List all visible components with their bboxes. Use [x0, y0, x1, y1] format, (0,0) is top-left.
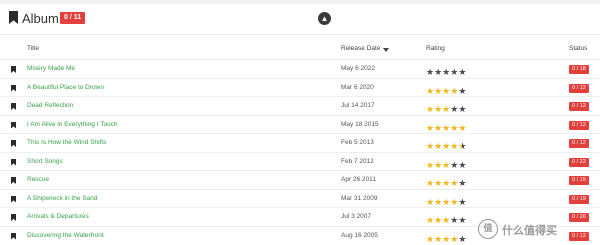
column-header-status[interactable]: Status [569, 45, 587, 52]
album-title-link[interactable]: This Is How the Wind Shifts [27, 139, 106, 146]
status-badge: 0 / 12 [569, 139, 589, 148]
album-title-link[interactable]: A Shipwreck in the Sand [27, 195, 97, 202]
album-title-link[interactable]: I Am Alive in Everything I Touch [27, 121, 118, 128]
header-divider [0, 34, 600, 35]
bookmark-icon[interactable] [11, 232, 16, 240]
count-badge: 0 / 11 [60, 12, 86, 24]
star-rating[interactable]: ★★★★★ [426, 173, 466, 188]
album-title-link[interactable]: Discovering the Waterfront [27, 232, 104, 239]
status-badge: 0 / 22 [569, 157, 589, 167]
bookmark-icon[interactable] [11, 177, 16, 184]
star-rating[interactable]: ★★★★★ [426, 192, 466, 207]
album-header: Album 0 / 11 ▲ [0, 4, 600, 34]
album-title-link[interactable]: Arrivals & Departures [27, 213, 89, 220]
star-rating[interactable]: ★★★★★ [426, 81, 466, 96]
status-badge: 0 / 12 [569, 231, 589, 241]
bookmark-icon[interactable] [11, 214, 16, 221]
bookmark-icon[interactable] [11, 140, 16, 147]
table-row[interactable]: I Am Alive in Everything I Touch May 18 2… [0, 114, 600, 134]
table-row[interactable]: Dead Reflection Jul 14 2017 ★★★★★ 0 / 12 [0, 96, 600, 115]
star-rating[interactable]: ★★★★★ [426, 229, 466, 245]
status-badge: 0 / 12 [569, 102, 589, 111]
bookmark-icon [9, 11, 18, 24]
column-header-rating[interactable]: Rating [426, 45, 445, 52]
column-header-release-date[interactable]: Release Date [341, 45, 380, 52]
column-header-title[interactable]: Title [27, 45, 39, 52]
star-rating[interactable]: ★★★★★ [426, 118, 466, 133]
star-rating[interactable]: ★★★★★ [426, 155, 466, 170]
bookmark-icon[interactable] [11, 66, 16, 73]
album-title-link[interactable]: Short Songs [27, 158, 63, 165]
star-rating[interactable]: ★★★★★ [426, 62, 466, 77]
release-date: Feb 5 2013 [341, 139, 374, 146]
album-title-link[interactable]: A Beautiful Place to Drown [27, 84, 104, 91]
bookmark-icon[interactable] [11, 84, 16, 92]
status-badge: 0 / 18 [569, 65, 589, 74]
sort-desc-icon[interactable] [383, 48, 389, 52]
release-date: Aug 16 2005 [341, 231, 378, 239]
album-title-link[interactable]: Rescue [27, 176, 49, 183]
star-icon[interactable]: ★ [450, 232, 458, 245]
table-row[interactable]: A Beautiful Place to Drown Mar 6 2020 ★★★★… [0, 77, 600, 97]
status-badge: 0 / 19 [569, 194, 589, 204]
table-header: Title Release Date Rating Status [0, 40, 600, 58]
release-date: Mar 31 2009 [341, 194, 378, 202]
status-badge: 0 / 19 [569, 176, 589, 185]
bookmark-icon[interactable] [11, 195, 16, 203]
table-row[interactable]: Misery Made Me May 6 2022 ★★★★★ 0 / 18 [0, 59, 600, 78]
album-title-link[interactable]: Misery Made Me [27, 65, 75, 72]
watermark-logo: 值 [478, 219, 498, 239]
status-badge: 0 / 26 [569, 213, 589, 222]
star-rating[interactable]: ★★★★★ [426, 210, 466, 225]
star-icon[interactable]: ★ [426, 232, 434, 245]
release-date: May 18 2015 [341, 120, 379, 128]
star-icon[interactable]: ★ [442, 232, 450, 245]
star-icon[interactable]: ★ [458, 232, 466, 245]
album-title-link[interactable]: Dead Reflection [27, 102, 73, 109]
release-date: Apr 26 2011 [341, 176, 376, 183]
release-date: Mar 6 2020 [341, 83, 374, 91]
status-badge: 0 / 12 [569, 120, 589, 130]
release-date: Jul 14 2017 [341, 102, 375, 109]
watermark-text: 什么值得买 [502, 225, 557, 237]
table-row[interactable]: A Shipwreck in the Sand Mar 31 2009 ★★★★★ 0… [0, 188, 600, 208]
table-row[interactable]: This Is How the Wind Shifts Feb 5 2013 ★★★… [0, 133, 600, 152]
chevron-up-icon[interactable]: ▲ [318, 12, 331, 25]
bookmark-icon[interactable] [11, 103, 16, 110]
section-title: Album [22, 11, 59, 26]
release-date: Feb 7 2012 [341, 157, 374, 165]
table-row[interactable]: Rescue Apr 26 2011 ★★★★★ 0 / 19 [0, 170, 600, 189]
bookmark-icon[interactable] [11, 158, 16, 166]
table-row[interactable]: Short Songs Feb 7 2012 ★★★★★ 0 / 22 [0, 151, 600, 171]
release-date: Jul 3 2007 [341, 213, 371, 220]
bookmark-icon[interactable] [11, 121, 16, 129]
star-rating[interactable]: ★★★★★ [426, 136, 466, 151]
status-badge: 0 / 12 [569, 83, 589, 93]
album-list: Misery Made Me May 6 2022 ★★★★★ 0 / 18 A Bea… [0, 59, 600, 244]
star-rating[interactable]: ★★★★★ [426, 99, 466, 114]
star-icon[interactable]: ★ [434, 232, 442, 245]
release-date: May 6 2022 [341, 65, 375, 72]
